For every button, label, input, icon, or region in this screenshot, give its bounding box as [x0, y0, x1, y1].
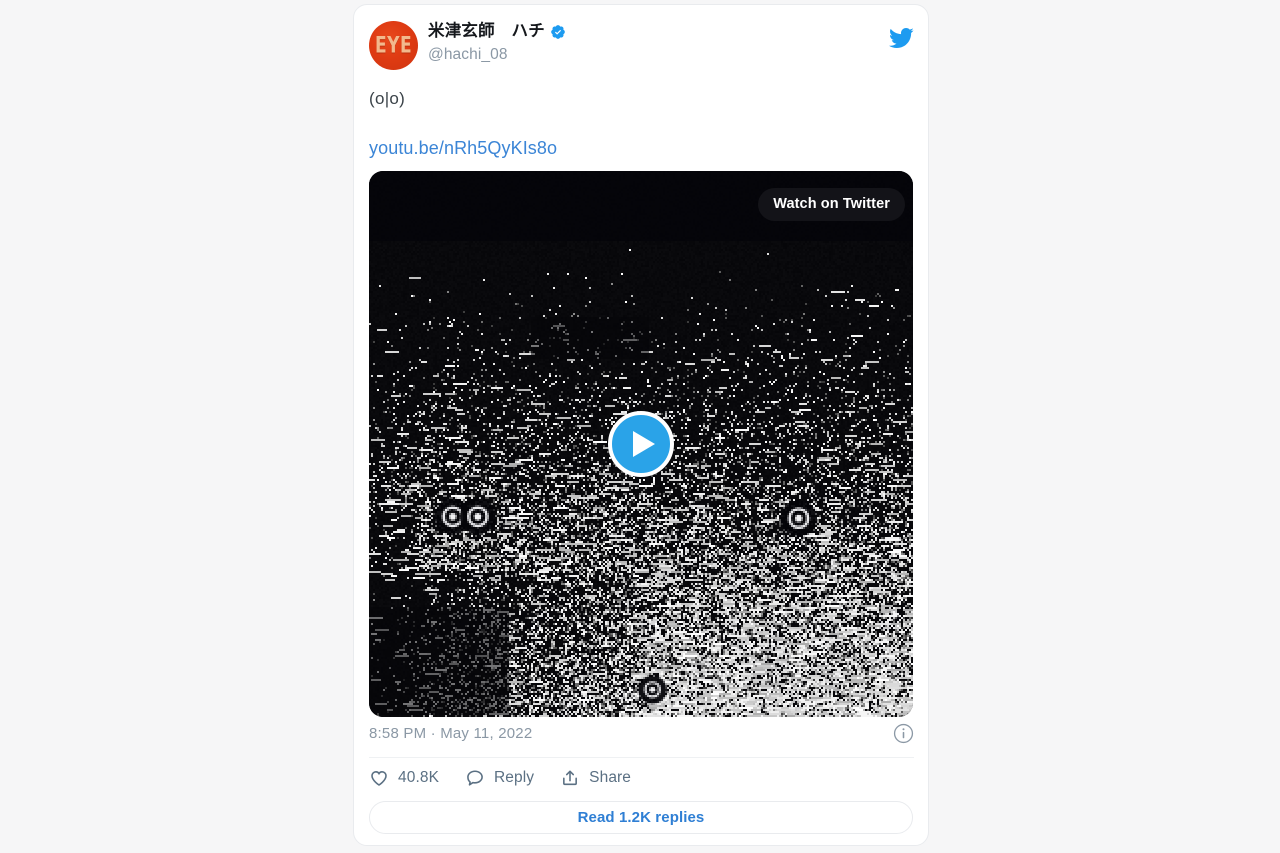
play-button[interactable]	[608, 411, 674, 477]
heart-icon	[371, 771, 387, 786]
share-button[interactable]: Share	[560, 768, 631, 788]
play-triangle-icon	[633, 431, 655, 457]
share-label: Share	[589, 769, 632, 786]
twitter-bird-icon[interactable]	[888, 25, 914, 51]
tweet-link[interactable]: youtu.be/nRh5QyKIs8o	[369, 138, 557, 159]
reply-bubble-icon	[467, 770, 483, 786]
like-count: 40.8K	[398, 769, 440, 786]
like-button[interactable]: 40.8K	[369, 768, 439, 788]
author-display-name[interactable]: 米津玄師 ハチ	[428, 23, 545, 40]
author-handle[interactable]: @hachi_08	[428, 46, 566, 64]
info-circle-icon[interactable]	[893, 723, 914, 744]
display-name-row: 米津玄師 ハチ	[428, 23, 566, 40]
read-replies-button[interactable]: Read 1.2K replies	[369, 801, 913, 834]
tweet-card: EYE 米津玄師 ハチ @hachi_08 (o|o) youtu.be/nRh…	[353, 4, 929, 846]
tweet-header: EYE 米津玄師 ハチ @hachi_08	[369, 21, 914, 73]
reply-label: Reply	[494, 769, 535, 786]
meta-divider	[369, 757, 914, 758]
tweet-body-text: (o|o)	[369, 89, 406, 108]
author-name-block: 米津玄師 ハチ @hachi_08	[428, 23, 566, 64]
avatar-label: EYE	[374, 32, 413, 59]
tweet-timestamp: 8:58 PM · May 11, 2022	[369, 725, 533, 742]
avatar[interactable]: EYE	[369, 21, 418, 70]
page-root: EYE 米津玄師 ハチ @hachi_08 (o|o) youtu.be/nRh…	[0, 0, 1280, 853]
verified-badge-icon	[551, 25, 565, 39]
watch-on-twitter-badge[interactable]: Watch on Twitter	[758, 188, 905, 221]
share-upload-icon	[563, 770, 578, 786]
tweet-meta-row: 8:58 PM · May 11, 2022	[369, 723, 914, 749]
reply-button[interactable]: Reply	[465, 768, 534, 788]
video-player[interactable]: Watch on Twitter	[369, 171, 913, 717]
tweet-actions: 40.8K Reply Share	[369, 768, 631, 788]
